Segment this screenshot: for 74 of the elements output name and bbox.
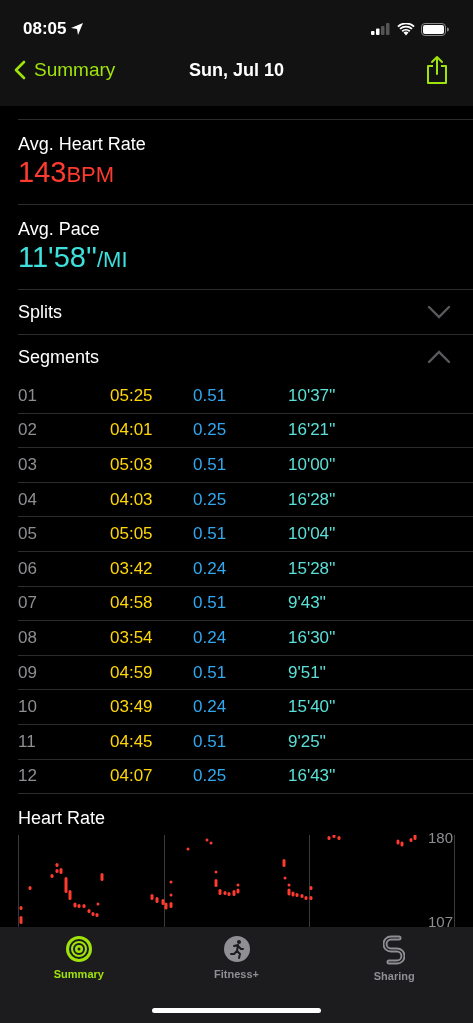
share-icon[interactable] [425,55,449,85]
metric-value: 143BPM [18,156,115,189]
segment-number: 01 [18,385,38,406]
segment-pace: 16'30'' [288,627,336,648]
tab[interactable]: Fitness+ [157,935,316,980]
segment-number: 12 [18,766,38,787]
runner-icon [222,935,251,963]
tab[interactable]: Summary [0,935,158,980]
section-title: Segments [18,346,100,368]
segment-number: 06 [18,558,38,579]
segment-distance: 0.24 [193,558,228,579]
segment-number: 03 [18,455,38,475]
segment-pace: 9'25'' [288,731,327,752]
segment-time: 04:01 [110,420,154,441]
segment-distance: 0.24 [193,697,228,718]
segment-distance: 0.25 [193,766,228,787]
segment-time: 03:54 [110,627,154,648]
segment-time: 04:07 [110,766,154,787]
chevron-down-icon[interactable] [427,305,451,319]
segment-time: 05:03 [110,455,154,475]
segment-distance: 0.51 [193,662,228,683]
segment-number: 07 [18,593,38,614]
segment-time: 04:58 [110,593,154,614]
rings-icon [64,935,93,963]
segment-distance: 0.25 [193,420,228,441]
segment-time: 03:42 [110,558,154,579]
segment-time: 04:59 [110,662,154,683]
wifi-icon [397,22,415,36]
segment-number: 10 [18,697,38,718]
chart-title: Heart Rate [18,808,106,830]
segment-distance: 0.24 [193,627,228,648]
sharing-icon [383,935,406,965]
segment-number: 05 [18,524,38,545]
metric-label: Avg. Heart Rate [18,134,146,155]
segment-pace: 16'21'' [288,420,336,441]
location-arrow-icon [70,22,85,36]
segment-number: 08 [18,627,38,648]
segment-distance: 0.25 [193,489,228,510]
segment-pace: 16'43'' [288,766,336,787]
battery-icon [421,22,449,36]
segment-number: 11 [18,731,37,752]
status-time: 08:05 [23,19,67,39]
segment-number: 02 [18,420,38,441]
back-button[interactable]: Summary [14,59,116,81]
axis-label: 107 [427,913,453,931]
page-title: Sun, Jul 10 [189,59,284,81]
segment-distance: 0.51 [193,455,228,475]
segment-pace: 10'37'' [288,385,336,406]
segment-distance: 0.51 [193,385,228,406]
chevron-up-icon[interactable] [427,350,451,364]
section-title: Splits [18,301,62,323]
segment-pace: 16'28'' [288,489,336,510]
metric-label: Avg. Pace [18,219,100,240]
segment-time: 05:25 [110,385,154,406]
segment-distance: 0.51 [193,593,228,614]
segment-number: 04 [18,489,38,510]
segment-time: 04:03 [110,489,154,510]
metric-value: 11'58''/MI [18,241,128,274]
segment-pace: 10'00'' [288,455,336,475]
segment-distance: 0.51 [193,524,228,545]
segment-time: 04:45 [110,731,154,752]
chevron-left-icon [14,60,26,80]
segment-time: 03:49 [110,697,154,718]
segment-pace: 15'40'' [288,697,336,718]
signal-icon [371,23,391,35]
axis-label: 180 [427,829,453,847]
segment-time: 05:05 [110,524,154,545]
tab[interactable]: Sharing [315,935,473,982]
segment-pace: 15'28'' [288,558,336,579]
segment-pace: 9'43'' [288,593,327,614]
segment-pace: 9'51'' [288,662,327,683]
segment-number: 09 [18,662,38,683]
segment-pace: 10'04'' [288,524,336,545]
segment-distance: 0.51 [193,731,228,752]
